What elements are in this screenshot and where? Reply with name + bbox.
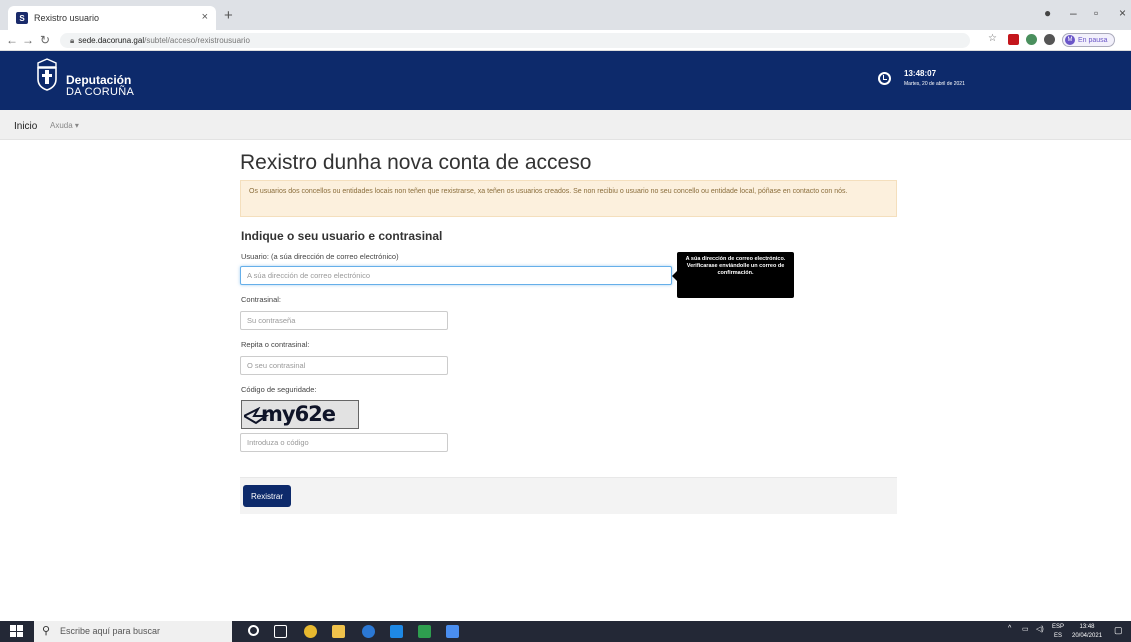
network-icon[interactable]: ▭ xyxy=(1022,625,1029,633)
back-icon[interactable]: ← xyxy=(6,33,18,47)
captcha-image: my62e xyxy=(241,400,359,429)
repita-label: Repita o contrasinal: xyxy=(241,340,310,349)
close-tab-icon[interactable]: × xyxy=(202,11,208,23)
rexistrar-button[interactable]: Rexistrar xyxy=(243,485,291,507)
taskbar-search-placeholder: Escribe aquí para buscar xyxy=(60,626,161,636)
volume-icon[interactable]: ◁) xyxy=(1036,625,1044,633)
windows-start-icon[interactable] xyxy=(10,625,24,637)
reload-icon[interactable]: ↻ xyxy=(40,33,50,47)
profile-status: En pausa xyxy=(1078,36,1108,44)
url-path: /subtel/acceso/rexistrousuario xyxy=(144,36,250,45)
minimize-icon[interactable]: – xyxy=(1070,6,1077,20)
taskbar-clock[interactable]: 13:48 20/04/2021 xyxy=(1072,623,1102,641)
file-explorer-icon[interactable] xyxy=(332,625,345,638)
sheets-icon[interactable] xyxy=(418,625,431,638)
language-indicator[interactable]: ESP ES xyxy=(1052,623,1064,641)
menu-inicio-link[interactable]: Inicio xyxy=(14,121,37,132)
notifications-icon[interactable]: ▢ xyxy=(1114,625,1123,636)
browser-tab-bar: S Rexistro usuario × + ● – ▫ × xyxy=(0,0,1131,30)
email-tooltip: A súa dirección de correo electrónico. V… xyxy=(677,252,794,298)
taskbar-search[interactable]: ⚲ Escribe aquí para buscar xyxy=(34,621,232,642)
clock-time: 13:48 xyxy=(1079,624,1095,630)
puzzle-icon[interactable] xyxy=(1044,34,1055,45)
password-field[interactable] xyxy=(240,311,448,330)
tab-title: Rexistro usuario xyxy=(34,13,100,23)
close-window-icon[interactable]: × xyxy=(1119,6,1126,20)
captcha-text: my62e xyxy=(261,402,336,426)
browser-tab[interactable]: S Rexistro usuario × xyxy=(8,6,216,30)
edge-icon[interactable] xyxy=(362,625,375,638)
url-host: sede.dacoruna.gal xyxy=(78,36,145,45)
codigo-label: Código de seguridade: xyxy=(241,385,317,394)
form-footer xyxy=(240,477,897,514)
usuario-label: Usuario: (a súa dirección de correo elec… xyxy=(241,252,399,261)
menu-axuda-dropdown[interactable]: Axuda ▾ xyxy=(50,121,79,130)
header-date: Martes, 20 de abril de 2021 xyxy=(904,81,965,87)
clock-icon xyxy=(878,72,891,85)
favicon-icon: S xyxy=(16,12,28,24)
lang-top: ESP xyxy=(1052,624,1065,630)
task-view-icon[interactable] xyxy=(274,625,287,638)
clock-date: 20/04/2021 xyxy=(1072,633,1103,639)
logo-line1: Deputación xyxy=(66,73,132,87)
lang-bottom: ES xyxy=(1054,633,1063,639)
contrasinal-label: Contrasinal: xyxy=(241,295,282,304)
deputacion-logo-icon[interactable] xyxy=(34,57,60,91)
info-alert: Os usuarios dos concellos ou entidades l… xyxy=(240,180,897,217)
tray-chevron-icon[interactable]: ^ xyxy=(1008,625,1011,632)
header-time: 13:48:07 xyxy=(904,69,937,78)
cortana-icon[interactable] xyxy=(248,625,259,636)
store-icon[interactable] xyxy=(390,625,403,638)
security-code-field[interactable] xyxy=(240,433,448,452)
star-icon[interactable]: ☆ xyxy=(988,33,997,44)
pdf-extension-icon[interactable] xyxy=(1008,34,1019,45)
site-logo-text[interactable]: Deputación DA CORUÑA xyxy=(66,74,134,98)
maximize-icon[interactable]: ▫ xyxy=(1094,6,1098,20)
new-tab-button[interactable]: + xyxy=(224,7,233,24)
avatar: M xyxy=(1065,35,1075,45)
menu-bar xyxy=(0,110,1131,140)
chrome-icon[interactable] xyxy=(304,625,317,638)
lock-icon: 🔒︎ xyxy=(70,36,75,45)
browser-toolbar: ← → ↻ 🔒︎ sede.dacoruna.gal/subtel/acceso/… xyxy=(0,30,1131,51)
logo-line2: DA CORUÑA xyxy=(66,86,135,98)
extension-icon[interactable] xyxy=(1026,34,1037,45)
confirm-password-field[interactable] xyxy=(240,356,448,375)
profile-button[interactable]: M En pausa xyxy=(1062,33,1115,47)
docs-icon[interactable] xyxy=(446,625,459,638)
forward-icon[interactable]: → xyxy=(22,33,34,47)
address-bar[interactable]: 🔒︎ sede.dacoruna.gal/subtel/acceso/rexist… xyxy=(60,33,970,48)
page-title: Rexistro dunha nova conta de acceso xyxy=(240,151,592,174)
search-icon: ⚲ xyxy=(42,625,51,637)
email-field[interactable] xyxy=(240,266,672,285)
section-title: Indique o seu usuario e contrasinal xyxy=(241,229,443,243)
chrome-menu-icon[interactable]: ● xyxy=(1044,6,1051,20)
